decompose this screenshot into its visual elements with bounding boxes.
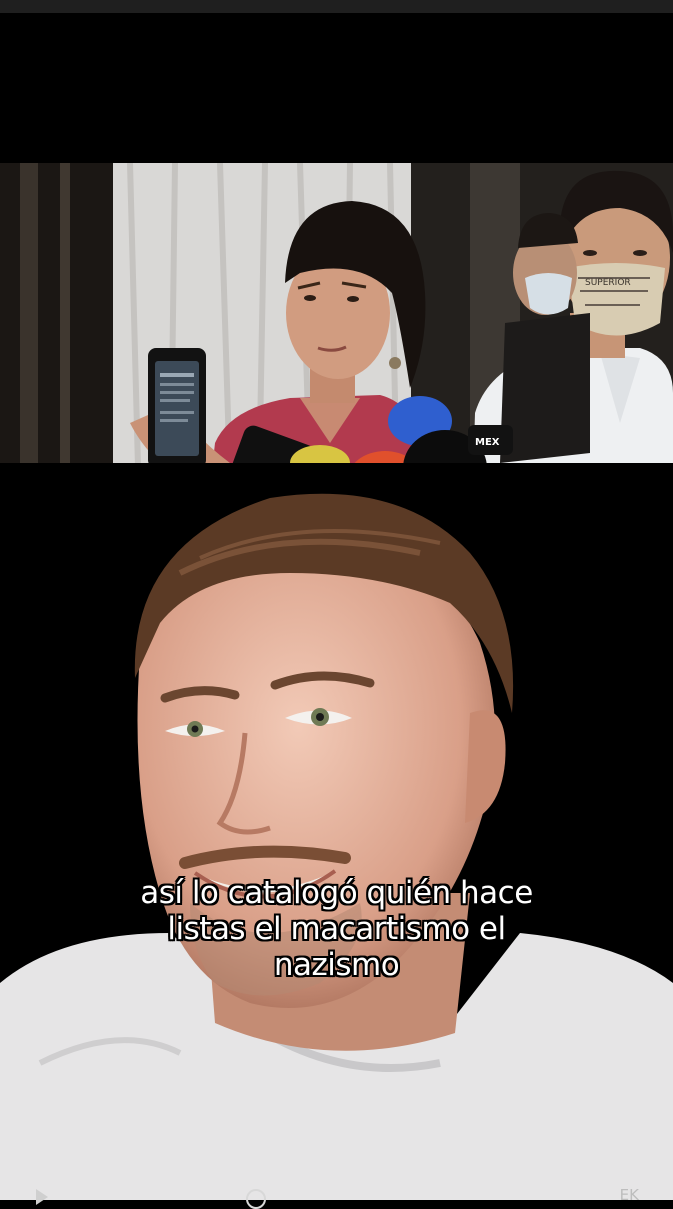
seek-handle[interactable] — [246, 1189, 266, 1209]
caption-line: listas el macartismo el — [167, 911, 506, 947]
status-strip — [0, 0, 673, 13]
mask-print-text: SUPERIOR — [585, 278, 631, 288]
video-player[interactable]: SUPERIOR MEX así lo catalogó quién hace … — [0, 13, 673, 1200]
caption-line: nazismo — [273, 947, 400, 983]
caption-line: así lo catalogó quién hace — [140, 875, 533, 911]
watermark-text: EK — [619, 1186, 639, 1204]
video-caption: así lo catalogó quién hace listas el mac… — [60, 875, 613, 983]
play-icon[interactable] — [36, 1189, 48, 1205]
player-controls: EK — [0, 1185, 673, 1209]
mic-logo-small: MEX — [475, 437, 500, 448]
selfie-clip — [0, 463, 673, 1200]
